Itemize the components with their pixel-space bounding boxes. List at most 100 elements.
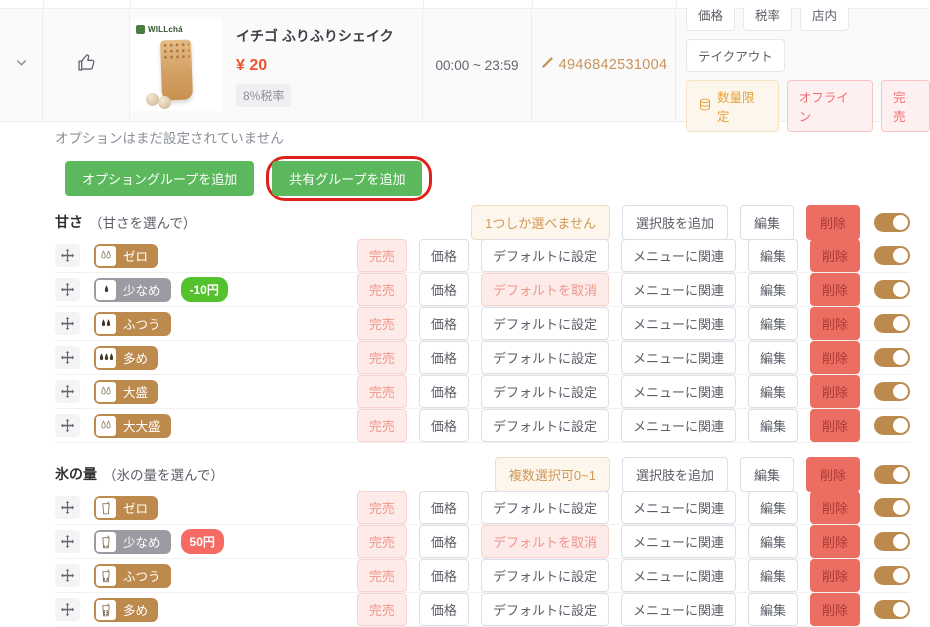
relate-menu-button[interactable]: メニューに関連 bbox=[621, 559, 736, 592]
drag-handle-icon[interactable] bbox=[55, 278, 80, 301]
soldout-button[interactable]: 完売 bbox=[357, 559, 407, 592]
price-button[interactable]: 価格 bbox=[419, 239, 469, 272]
tag-offline[interactable]: オフライン bbox=[787, 80, 873, 132]
enable-toggle[interactable] bbox=[874, 532, 910, 551]
drag-handle-icon[interactable] bbox=[55, 244, 80, 267]
default-button[interactable]: デフォルトに設定 bbox=[481, 593, 609, 626]
relate-menu-button[interactable]: メニューに関連 bbox=[621, 409, 736, 442]
default-button[interactable]: デフォルトに設定 bbox=[481, 375, 609, 408]
enable-toggle[interactable] bbox=[874, 348, 910, 367]
price-button[interactable]: 価格 bbox=[419, 525, 469, 558]
drag-handle-icon[interactable] bbox=[55, 414, 80, 437]
option-edit-button[interactable]: 編集 bbox=[748, 273, 798, 306]
drag-handle-icon[interactable] bbox=[55, 530, 80, 553]
price-button[interactable]: 価格 bbox=[419, 409, 469, 442]
drag-handle-icon[interactable] bbox=[55, 496, 80, 519]
option-edit-button[interactable]: 編集 bbox=[748, 375, 798, 408]
enable-toggle[interactable] bbox=[874, 416, 910, 435]
relate-menu-button[interactable]: メニューに関連 bbox=[621, 239, 736, 272]
enable-toggle[interactable] bbox=[874, 600, 910, 619]
relate-menu-button[interactable]: メニューに関連 bbox=[621, 307, 736, 340]
enable-toggle[interactable] bbox=[874, 465, 910, 484]
group-delete-button[interactable]: 削除 bbox=[806, 205, 860, 240]
group-edit-button[interactable]: 編集 bbox=[740, 205, 794, 240]
soldout-button[interactable]: 完売 bbox=[357, 307, 407, 340]
enable-toggle[interactable] bbox=[874, 314, 910, 333]
option-delete-button[interactable]: 削除 bbox=[810, 273, 860, 306]
drag-handle-icon[interactable] bbox=[55, 312, 80, 335]
price-button[interactable]: 価格 bbox=[419, 491, 469, 524]
soldout-button[interactable]: 完売 bbox=[357, 525, 407, 558]
price-button[interactable]: 価格 bbox=[419, 375, 469, 408]
add-option-group-button[interactable]: オプショングループを追加 bbox=[65, 161, 254, 196]
relate-menu-button[interactable]: メニューに関連 bbox=[621, 593, 736, 626]
drag-handle-icon[interactable] bbox=[55, 380, 80, 403]
option-delete-button[interactable]: 削除 bbox=[810, 491, 860, 524]
relate-menu-button[interactable]: メニューに関連 bbox=[621, 341, 736, 374]
price-button[interactable]: 価格 bbox=[419, 593, 469, 626]
soldout-button[interactable]: 完売 bbox=[357, 491, 407, 524]
option-edit-button[interactable]: 編集 bbox=[748, 593, 798, 626]
add-shared-group-button[interactable]: 共有グループを追加 bbox=[272, 161, 422, 196]
drag-handle-icon[interactable] bbox=[55, 346, 80, 369]
price-badge: -10円 bbox=[181, 277, 228, 302]
enable-toggle[interactable] bbox=[874, 498, 910, 517]
recommend-button[interactable] bbox=[43, 9, 130, 121]
option-edit-button[interactable]: 編集 bbox=[748, 307, 798, 340]
drag-handle-icon[interactable] bbox=[55, 598, 80, 621]
soldout-button[interactable]: 完売 bbox=[357, 593, 407, 626]
option-edit-button[interactable]: 編集 bbox=[748, 491, 798, 524]
default-button[interactable]: デフォルトを取消 bbox=[481, 273, 609, 306]
tag-takeout[interactable]: テイクアウト bbox=[686, 39, 785, 72]
default-button[interactable]: デフォルトに設定 bbox=[481, 341, 609, 374]
default-button[interactable]: デフォルトに設定 bbox=[481, 559, 609, 592]
add-choice-button[interactable]: 選択肢を追加 bbox=[622, 457, 728, 492]
relate-menu-button[interactable]: メニューに関連 bbox=[621, 375, 736, 408]
enable-toggle[interactable] bbox=[874, 382, 910, 401]
option-edit-button[interactable]: 編集 bbox=[748, 525, 798, 558]
soldout-button[interactable]: 完売 bbox=[357, 409, 407, 442]
group-delete-button[interactable]: 削除 bbox=[806, 457, 860, 492]
relate-menu-button[interactable]: メニューに関連 bbox=[621, 491, 736, 524]
relate-menu-button[interactable]: メニューに関連 bbox=[621, 525, 736, 558]
default-button[interactable]: デフォルトを取消 bbox=[481, 525, 609, 558]
option-delete-button[interactable]: 削除 bbox=[810, 375, 860, 408]
default-button[interactable]: デフォルトに設定 bbox=[481, 239, 609, 272]
option-chip: ゼロ bbox=[94, 244, 158, 268]
option-edit-button[interactable]: 編集 bbox=[748, 559, 798, 592]
option-delete-button[interactable]: 削除 bbox=[810, 525, 860, 558]
default-button[interactable]: デフォルトに設定 bbox=[481, 307, 609, 340]
enable-toggle[interactable] bbox=[874, 566, 910, 585]
soldout-button[interactable]: 完売 bbox=[357, 375, 407, 408]
options-panel: オプションはまだ設定されていません オプショングループを追加 共有グループを追加… bbox=[0, 122, 930, 627]
expand-chevron[interactable] bbox=[0, 9, 43, 121]
drag-handle-icon[interactable] bbox=[55, 564, 80, 587]
option-delete-button[interactable]: 削除 bbox=[810, 593, 860, 626]
option-edit-button[interactable]: 編集 bbox=[748, 239, 798, 272]
add-choice-button[interactable]: 選択肢を追加 bbox=[622, 205, 728, 240]
tag-quantity-limited[interactable]: 数量限定 bbox=[686, 80, 779, 132]
price-button[interactable]: 価格 bbox=[419, 559, 469, 592]
option-delete-button[interactable]: 削除 bbox=[810, 409, 860, 442]
relate-menu-button[interactable]: メニューに関連 bbox=[621, 273, 736, 306]
option-delete-button[interactable]: 削除 bbox=[810, 559, 860, 592]
price-button[interactable]: 価格 bbox=[419, 273, 469, 306]
option-delete-button[interactable]: 削除 bbox=[810, 307, 860, 340]
enable-toggle[interactable] bbox=[874, 280, 910, 299]
price-button[interactable]: 価格 bbox=[419, 307, 469, 340]
default-button[interactable]: デフォルトに設定 bbox=[481, 491, 609, 524]
soldout-button[interactable]: 完売 bbox=[357, 341, 407, 374]
soldout-button[interactable]: 完売 bbox=[357, 239, 407, 272]
option-delete-button[interactable]: 削除 bbox=[810, 341, 860, 374]
option-edit-button[interactable]: 編集 bbox=[748, 409, 798, 442]
enable-toggle[interactable] bbox=[874, 246, 910, 265]
barcode-field[interactable]: 4946842531004 bbox=[540, 56, 668, 74]
option-delete-button[interactable]: 削除 bbox=[810, 239, 860, 272]
soldout-button[interactable]: 完売 bbox=[357, 273, 407, 306]
tag-soldout[interactable]: 完売 bbox=[881, 80, 930, 132]
default-button[interactable]: デフォルトに設定 bbox=[481, 409, 609, 442]
enable-toggle[interactable] bbox=[874, 213, 910, 232]
price-button[interactable]: 価格 bbox=[419, 341, 469, 374]
group-edit-button[interactable]: 編集 bbox=[740, 457, 794, 492]
option-edit-button[interactable]: 編集 bbox=[748, 341, 798, 374]
